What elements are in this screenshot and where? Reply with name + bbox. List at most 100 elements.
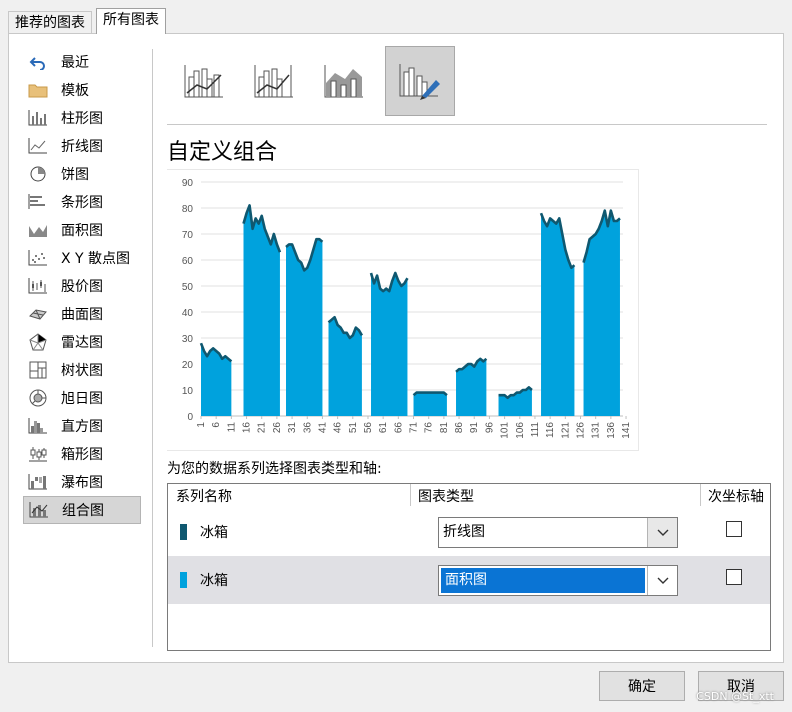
subtype-clustered-column-line[interactable] xyxy=(169,46,239,116)
series-caption: 为您的数据系列选择图表类型和轴: xyxy=(167,461,382,477)
sidebar-item-label: 最近 xyxy=(61,55,89,71)
chart-type-select[interactable]: 折线图 xyxy=(438,517,678,548)
sidebar-item-line[interactable]: 折线图 xyxy=(23,132,141,160)
sidebar-item-box-whisker[interactable]: 箱形图 xyxy=(23,440,141,468)
y-tick-label: 80 xyxy=(182,204,194,215)
y-tick-label: 50 xyxy=(182,282,194,293)
chart-type-select[interactable]: 面积图 xyxy=(438,565,678,596)
all-charts-panel: 最近 模板 柱形图 折线图 饼图 条形图 面积图 X Y 散点图 股价图 曲面图… xyxy=(8,33,784,663)
header-chart-type: 图表类型 xyxy=(418,489,474,505)
tab-all-charts[interactable]: 所有图表 xyxy=(96,8,166,34)
series-row[interactable]: 冰箱 折线图 xyxy=(168,508,770,556)
stock-chart-icon xyxy=(27,277,49,295)
x-tick-label: 16 xyxy=(242,422,253,434)
clustered-column-line-secondary-axis-icon xyxy=(254,65,293,98)
ok-button[interactable]: 确定 xyxy=(599,671,685,701)
x-tick-label: 81 xyxy=(439,422,450,434)
y-tick-label: 40 xyxy=(182,308,194,319)
series-name: 冰箱 xyxy=(200,525,228,541)
x-tick-label: 11 xyxy=(226,422,237,433)
histogram-chart-icon xyxy=(27,417,49,435)
sidebar-item-pie[interactable]: 饼图 xyxy=(23,160,141,188)
x-tick-label: 121 xyxy=(560,422,571,439)
x-tick-label: 116 xyxy=(545,422,556,438)
sidebar-item-area[interactable]: 面积图 xyxy=(23,216,141,244)
subtype-custom-combination[interactable] xyxy=(385,46,455,116)
sidebar-item-waterfall[interactable]: 瀑布图 xyxy=(23,468,141,496)
x-tick-label: 66 xyxy=(393,422,404,434)
treemap-chart-icon xyxy=(27,361,49,379)
sunburst-chart-icon xyxy=(27,389,49,407)
sidebar-item-label: 组合图 xyxy=(62,503,104,519)
chevron-down-icon[interactable] xyxy=(647,518,677,547)
clustered-column-line-icon xyxy=(184,65,223,98)
folder-icon xyxy=(27,81,49,99)
series-table: 系列名称 图表类型 次坐标轴 冰箱 折线图 冰箱 面积图 xyxy=(167,483,771,651)
x-tick-label: 21 xyxy=(257,422,268,434)
sidebar-item-sunburst[interactable]: 旭日图 xyxy=(23,384,141,412)
area-series-segment xyxy=(371,273,408,416)
series-row[interactable]: 冰箱 面积图 xyxy=(168,556,770,604)
sidebar-item-surface[interactable]: 曲面图 xyxy=(23,300,141,328)
x-tick-label: 91 xyxy=(469,422,480,434)
secondary-axis-checkbox[interactable] xyxy=(726,521,742,537)
x-tick-label: 96 xyxy=(484,422,495,434)
waterfall-chart-icon xyxy=(27,473,49,491)
sidebar-item-column[interactable]: 柱形图 xyxy=(23,104,141,132)
series-color-swatch xyxy=(180,572,187,588)
y-tick-label: 70 xyxy=(182,230,194,241)
pie-chart-icon xyxy=(27,165,49,183)
sidebar-item-scatter[interactable]: X Y 散点图 xyxy=(23,244,141,272)
y-tick-label: 30 xyxy=(182,334,194,345)
x-tick-label: 101 xyxy=(500,422,511,439)
subtype-divider xyxy=(167,124,767,125)
sidebar-item-treemap[interactable]: 树状图 xyxy=(23,356,141,384)
sidebar-item-label: 瀑布图 xyxy=(61,475,103,491)
x-tick-label: 61 xyxy=(378,422,389,434)
scatter-chart-icon xyxy=(27,249,49,267)
combo-chart-icon xyxy=(28,501,50,519)
column-chart-icon xyxy=(27,109,49,127)
chart-type-value: 面积图 xyxy=(441,568,645,593)
line-chart-icon xyxy=(27,137,49,155)
stacked-area-clustered-column-icon xyxy=(324,65,363,98)
sidebar-item-label: 折线图 xyxy=(61,139,103,155)
sidebar-item-label: 树状图 xyxy=(61,363,103,379)
sidebar-item-label: 股价图 xyxy=(61,279,103,295)
chevron-down-icon[interactable] xyxy=(647,566,677,595)
x-tick-label: 131 xyxy=(591,422,602,439)
x-tick-label: 106 xyxy=(515,422,526,439)
custom-combination-icon xyxy=(399,64,440,100)
sidebar-item-combo[interactable]: 组合图 xyxy=(23,496,141,524)
sidebar-item-bar[interactable]: 条形图 xyxy=(23,188,141,216)
subtype-stacked-area-column[interactable] xyxy=(309,46,379,116)
x-tick-label: 41 xyxy=(317,422,328,434)
radar-chart-icon xyxy=(27,333,49,351)
tab-recommended-charts[interactable]: 推荐的图表 xyxy=(8,11,92,34)
sidebar-item-label: 柱形图 xyxy=(61,111,103,127)
bar-chart-icon xyxy=(27,193,49,211)
x-tick-label: 46 xyxy=(333,422,344,434)
sidebar-item-radar[interactable]: 雷达图 xyxy=(23,328,141,356)
combo-chart-preview: 01020304050607080901 6 11 16 21 26 31 36 41 46 51 5… xyxy=(182,178,632,439)
box-whisker-chart-icon xyxy=(27,445,49,463)
chart-type-value: 折线图 xyxy=(443,524,485,540)
x-tick-label: 6 xyxy=(211,422,222,428)
area-series-segment xyxy=(286,239,323,416)
sidebar-item-templates[interactable]: 模板 xyxy=(23,76,141,104)
x-tick-label: 76 xyxy=(424,422,435,434)
sidebar-item-label: 旭日图 xyxy=(61,391,103,407)
surface-chart-icon xyxy=(27,305,49,323)
sidebar-item-label: 曲面图 xyxy=(61,307,103,323)
subtype-column-line-secondary-axis[interactable] xyxy=(239,46,309,116)
area-chart-icon xyxy=(27,221,49,239)
sidebar-item-histogram[interactable]: 直方图 xyxy=(23,412,141,440)
y-tick-label: 0 xyxy=(187,412,193,423)
sidebar-item-stock[interactable]: 股价图 xyxy=(23,272,141,300)
sidebar-item-label: 雷达图 xyxy=(61,335,103,351)
header-series-name: 系列名称 xyxy=(176,489,232,505)
x-tick-label: 36 xyxy=(302,422,313,434)
sidebar-item-recent[interactable]: 最近 xyxy=(23,48,141,76)
secondary-axis-checkbox[interactable] xyxy=(726,569,742,585)
x-tick-label: 51 xyxy=(348,422,359,434)
